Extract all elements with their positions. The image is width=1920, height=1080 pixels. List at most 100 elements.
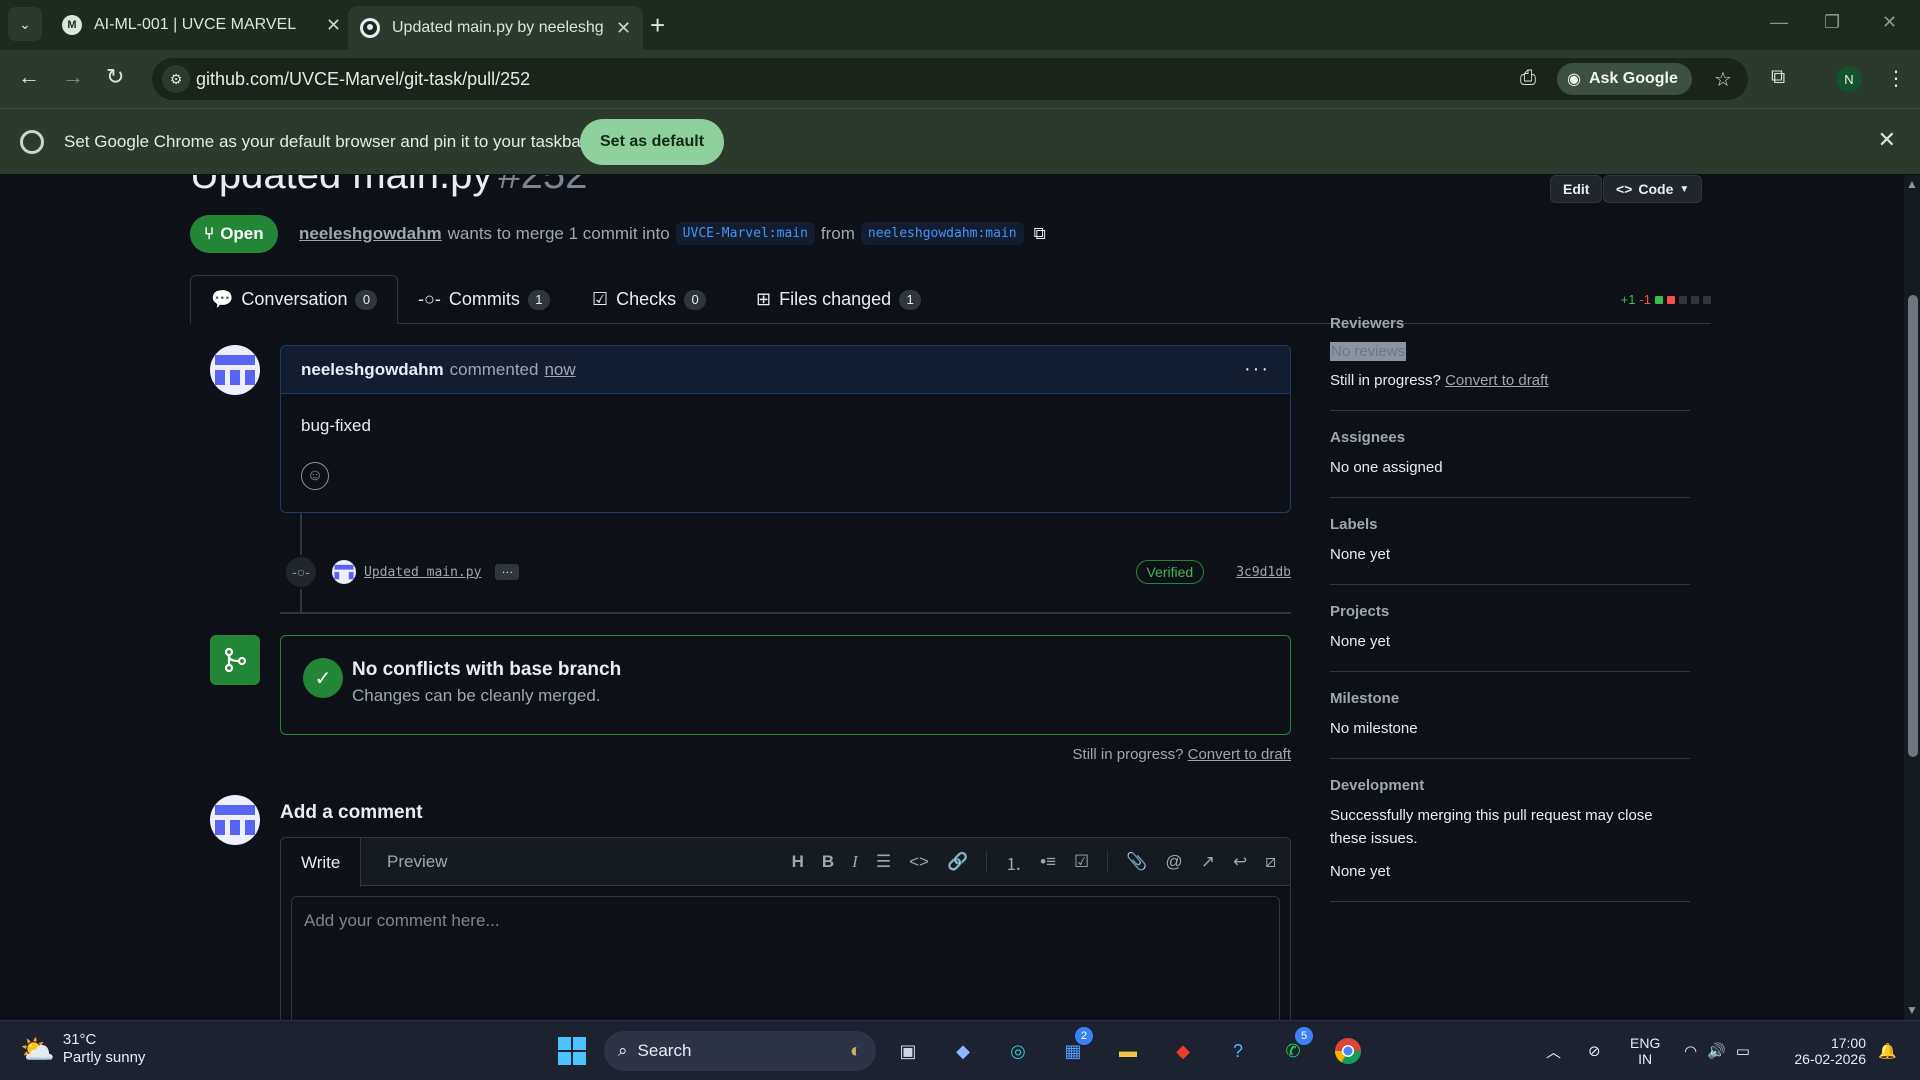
edit-button[interactable]: Edit	[1550, 175, 1603, 203]
avatar[interactable]	[332, 560, 356, 584]
commit-sha-link[interactable]: 3c9d1db	[1236, 565, 1291, 580]
notifications-icon[interactable]: 🔔	[1878, 1021, 1897, 1080]
verified-badge[interactable]: Verified	[1135, 560, 1205, 584]
commit-message-link[interactable]: Updated main.py	[364, 565, 481, 580]
copy-icon[interactable]: ⧉	[1034, 224, 1046, 244]
assignees-heading[interactable]: Assignees	[1330, 429, 1690, 446]
expand-commit-button[interactable]: …	[495, 563, 520, 580]
tab-checks[interactable]: ☑ Checks 0	[572, 275, 726, 324]
forward-icon[interactable]: →	[62, 64, 84, 90]
notification-badge: 2	[1075, 1027, 1093, 1045]
tab-files-changed[interactable]: ⊞ Files changed 1	[736, 275, 941, 324]
minimize-icon[interactable]: —	[1770, 12, 1788, 33]
more-options-icon[interactable]: ···	[1244, 358, 1270, 381]
labels-heading[interactable]: Labels	[1330, 516, 1690, 533]
code-icon[interactable]: <>	[909, 852, 929, 872]
language-indicator[interactable]: ENG IN	[1630, 1021, 1660, 1080]
bookmark-star-icon[interactable]: ☆	[1714, 67, 1732, 92]
quote-icon[interactable]: ☰	[876, 852, 891, 872]
browser-tab-marvel[interactable]: M AI-ML-001 | UVCE MARVEL ✕	[50, 6, 353, 44]
comment-textarea[interactable]: Add your comment here...	[291, 896, 1280, 1020]
convert-to-draft-link[interactable]: Convert to draft	[1445, 372, 1548, 389]
task-list-icon[interactable]: ☑	[1074, 852, 1089, 872]
new-tab-button[interactable]: +	[650, 10, 665, 41]
quick-settings[interactable]: ◠ 🔊 ▭	[1684, 1021, 1750, 1080]
ask-google-label: Ask Google	[1588, 70, 1678, 87]
tab-commits[interactable]: -○- Commits 1	[398, 275, 570, 324]
pr-sidebar: Reviewers No reviews Still in progress? …	[1330, 315, 1690, 920]
scroll-thumb[interactable]	[1908, 295, 1918, 757]
base-branch[interactable]: UVCE-Marvel:main	[675, 222, 815, 245]
help-icon[interactable]: ?	[1220, 1033, 1256, 1069]
volume-icon: 🔊	[1707, 1043, 1726, 1060]
url-text[interactable]: github.com/UVCE-Marvel/git-task/pull/252	[196, 69, 530, 90]
convert-to-draft-link[interactable]: Convert to draft	[1188, 746, 1291, 763]
close-icon[interactable]: ✕	[1878, 127, 1896, 153]
tab-search-button[interactable]: ⌄	[8, 7, 42, 41]
comment-time[interactable]: now	[544, 360, 575, 380]
reload-icon[interactable]: ↻	[106, 64, 124, 90]
close-tab-icon[interactable]: ✕	[326, 15, 341, 36]
whatsapp-icon[interactable]: ✆ 5	[1275, 1027, 1313, 1069]
comment-author[interactable]: neeleshgowdahm	[301, 360, 444, 380]
store-icon[interactable]: ▦ 2	[1055, 1027, 1093, 1069]
link-icon[interactable]: 🔗	[947, 852, 968, 872]
network-off-icon[interactable]: ⊘	[1588, 1021, 1601, 1080]
code-button[interactable]: <> Code ▼	[1603, 175, 1703, 203]
italic-icon[interactable]: I	[852, 852, 858, 872]
restore-icon[interactable]: ❐	[1824, 12, 1840, 33]
pr-number: #252	[498, 175, 588, 197]
head-branch[interactable]: neeleshgowdahm:main	[860, 222, 1024, 245]
install-app-icon[interactable]: ⎙	[1520, 67, 1536, 90]
scroll-down-icon[interactable]: ▼	[1906, 1003, 1918, 1017]
chrome-taskbar-icon[interactable]	[1330, 1033, 1366, 1069]
anydesk-icon[interactable]: ◆	[1165, 1033, 1201, 1069]
menu-kebab-icon[interactable]: ⋮	[1886, 66, 1906, 91]
projects-heading[interactable]: Projects	[1330, 603, 1690, 620]
extensions-icon[interactable]: ⧉	[1771, 66, 1785, 89]
tab-preview[interactable]: Preview	[367, 838, 467, 886]
bold-icon[interactable]: B	[822, 852, 834, 872]
smiley-icon[interactable]: ☺	[301, 462, 329, 490]
reply-icon[interactable]: ↩	[1233, 852, 1247, 872]
weather-widget[interactable]: ⛅ 31°C Partly sunny	[20, 1031, 145, 1067]
taskbar-search[interactable]: ⌕ Search ◐	[604, 1031, 876, 1071]
clock[interactable]: 17:00 26-02-2026	[1786, 1021, 1866, 1080]
browser-tab-github[interactable]: Updated main.py by neeleshgowdahm ✕	[348, 6, 644, 50]
heading-icon[interactable]: H	[792, 852, 804, 872]
milestone-heading[interactable]: Milestone	[1330, 690, 1690, 707]
close-tab-icon[interactable]: ✕	[616, 18, 631, 39]
scroll-up-icon[interactable]: ▲	[1906, 177, 1918, 191]
github-pr-page: Updated main.py #252 Edit <> Code ▼ ⑂ Ope…	[0, 175, 1904, 1020]
development-heading[interactable]: Development	[1330, 777, 1690, 794]
sidebar-milestone: Milestone No milestone	[1330, 690, 1690, 759]
slash-command-icon[interactable]: ⧄	[1265, 852, 1276, 872]
mention-icon[interactable]: @	[1165, 852, 1182, 872]
reviewers-heading[interactable]: Reviewers	[1330, 315, 1690, 332]
attach-icon[interactable]: 📎	[1126, 852, 1147, 872]
avatar[interactable]	[210, 795, 260, 845]
tray-overflow-icon[interactable]: ︿	[1546, 1021, 1561, 1080]
page-scrollbar[interactable]: ▲ ▼	[1904, 175, 1920, 1020]
windows-start-icon[interactable]	[554, 1033, 590, 1069]
site-info-icon[interactable]: ⚙	[162, 65, 190, 93]
profile-avatar[interactable]: N	[1836, 66, 1862, 92]
file-explorer-icon[interactable]: ▬	[1110, 1033, 1146, 1069]
cross-reference-icon[interactable]: ↗	[1201, 852, 1215, 872]
tab-conversation[interactable]: 💬 Conversation 0	[190, 275, 399, 324]
tab-write[interactable]: Write	[281, 838, 362, 887]
ask-google-button[interactable]: ◉ Ask Google	[1557, 63, 1692, 95]
address-bar[interactable]: ⚙ github.com/UVCE-Marvel/git-task/pull/2…	[152, 58, 1748, 100]
git-merge-icon	[210, 635, 260, 685]
set-default-button[interactable]: Set as default	[580, 119, 725, 165]
pr-author-link[interactable]: neeleshgowdahm	[299, 224, 442, 244]
unordered-list-icon[interactable]: •≡	[1040, 852, 1056, 872]
ordered-list-icon[interactable]: ⒈	[1005, 850, 1022, 875]
toolbar-divider	[986, 851, 988, 873]
task-view-icon[interactable]: ▣	[890, 1033, 926, 1069]
back-icon[interactable]: ←	[18, 64, 40, 90]
close-window-icon[interactable]: ✕	[1882, 12, 1897, 33]
avatar[interactable]	[210, 345, 260, 395]
edge-icon[interactable]: ◎	[1000, 1033, 1036, 1069]
copilot-icon[interactable]: ◆	[945, 1033, 981, 1069]
